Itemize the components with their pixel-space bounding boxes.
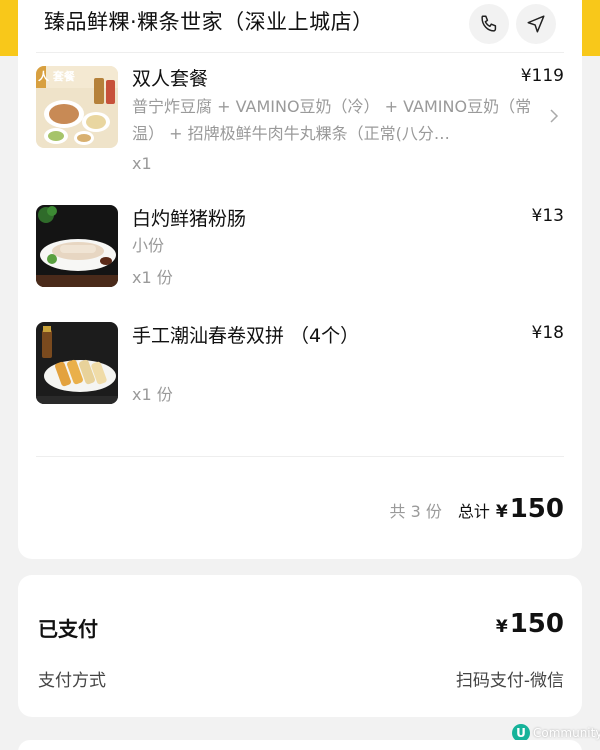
call-store-button[interactable] [469,4,509,44]
item-quantity: x1 份 [132,268,173,287]
item-name: 白灼鲜猪粉肠 [132,208,247,230]
navigate-button[interactable] [516,4,556,44]
payment-method-value: 扫码支付-微信 [455,671,564,691]
item-quantity: x1 份 [132,385,173,404]
thumb-badge: 人 套餐 [38,70,75,83]
total-amount: 150 [509,494,564,524]
navigation-arrow-icon [527,15,545,33]
payment-status: 已支付 [38,617,98,641]
item-price: ¥119 [520,66,564,86]
item-thumbnail [36,322,118,404]
item-quantity: x1 [132,154,152,173]
order-summary: 共 3 份 总计 ¥ 150 [390,494,565,524]
total-label: 总计 [457,502,490,521]
item-description: 普宁炸豆腐 + VAMINO豆奶（冷） + VAMINO豆奶（常温） + 招牌极… [132,97,532,143]
item-name: 双人套餐 [132,68,209,90]
store-name[interactable]: 臻品鲜粿·粿条世家（深业上城店） [44,6,374,36]
item-price: ¥18 [531,323,564,343]
order-item[interactable]: 手工潮汕春卷双拼 （4个） ¥18 x1 份 [18,321,582,421]
header-accent-right [582,0,600,56]
currency-symbol: ¥ [495,502,508,522]
paid-amount: ¥ 150 [496,609,564,639]
divider [36,456,564,457]
order-card: 臻品鲜粿·粿条世家（深业上城店） 人 套餐 双人套餐 ¥119 普宁炸豆腐 + … [18,0,582,559]
payment-card: 已支付 ¥ 150 支付方式 扫码支付-微信 [18,575,582,717]
currency-symbol: ¥ [495,617,508,637]
store-header: 臻品鲜粿·粿条世家（深业上城店） [18,0,582,52]
item-count: 共 3 份 [389,502,442,521]
item-name: 手工潮汕春卷双拼 （4个） [132,325,360,347]
chevron-right-icon[interactable] [548,108,560,124]
order-item[interactable]: 白灼鲜猪粉肠 ¥13 小份 x1 份 [18,204,582,304]
next-card-edge [18,740,582,750]
item-price: ¥13 [531,206,564,226]
header-accent-left [0,0,18,56]
paid-amount-value: 150 [509,609,564,639]
payment-method-label: 支付方式 [38,671,106,691]
item-thumbnail [36,205,118,287]
phone-icon [481,15,497,32]
item-description: 小份 [132,236,165,255]
watermark-text: Community [533,726,600,740]
divider [36,52,564,53]
order-item[interactable]: 人 套餐 双人套餐 ¥119 普宁炸豆腐 + VAMINO豆奶（冷） + VAM… [18,64,582,184]
